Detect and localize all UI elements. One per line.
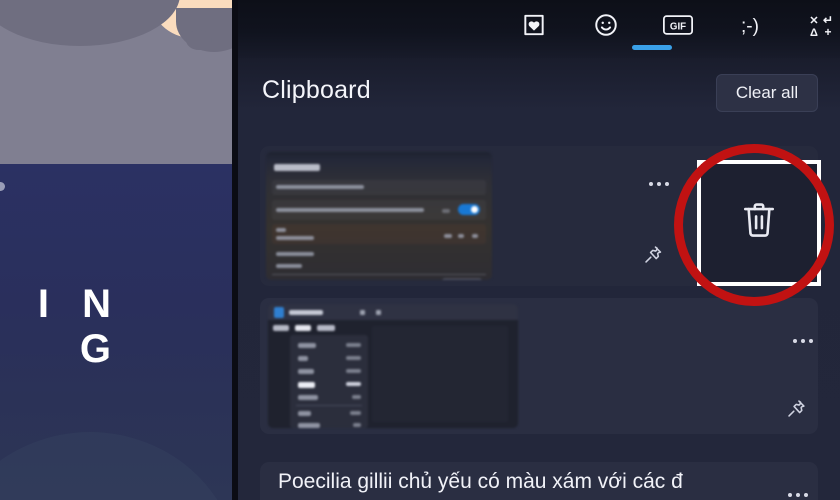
thumb-menu-shortcut	[353, 423, 361, 427]
thumb-line	[472, 234, 478, 238]
thumb-menu-item	[298, 343, 316, 348]
tab-emoji[interactable]	[578, 0, 634, 50]
clipboard-item-2-menu-button[interactable]	[793, 339, 813, 343]
ellipsis-icon	[665, 182, 669, 186]
thumb-row	[272, 224, 486, 244]
thumb-menu-shortcut	[346, 382, 361, 386]
thumb-line	[276, 228, 286, 232]
svg-text:GIF: GIF	[670, 21, 686, 32]
thumb-line	[276, 252, 314, 256]
thumb-divider	[272, 274, 486, 275]
ellipsis-icon	[793, 339, 797, 343]
thumb-menu-shortcut	[352, 395, 361, 399]
clipboard-item-3-text: Poecilia gillii chủ yếu có màu xám với c…	[278, 470, 683, 493]
thumb-button	[442, 278, 482, 280]
clipboard-item-image-2[interactable]	[260, 298, 818, 434]
thumb-menu-edit	[295, 325, 311, 331]
trash-icon	[739, 200, 779, 247]
thumb-line	[276, 185, 364, 189]
thumb-app-icon	[274, 307, 284, 318]
thumb-dropdown-menu	[290, 335, 368, 428]
wallpaper-hill	[0, 432, 238, 500]
thumb-menu-view	[317, 325, 335, 331]
thumb-menu-item	[298, 411, 311, 416]
clipboard-item-2-pin-button[interactable]	[785, 398, 807, 425]
wallpaper-sky	[0, 0, 238, 164]
thumb-menu-shortcut	[346, 343, 361, 347]
thumb-tab-close	[360, 310, 365, 315]
clipboard-item-1-menu-button[interactable]	[649, 182, 669, 186]
ellipsis-icon	[801, 339, 805, 343]
tab-gif[interactable]: GIF	[650, 0, 706, 50]
tab-symbols[interactable]: ✕ ↵ Δ +	[794, 0, 840, 50]
kaomoji-icon: ;-)	[733, 12, 767, 38]
thumb-line	[444, 234, 452, 238]
thumb-tab-label	[289, 310, 323, 315]
thumb-heading	[274, 164, 320, 171]
symbols-icon: ✕ ↵ Δ +	[807, 12, 837, 38]
wallpaper-text: I N G	[37, 282, 122, 371]
thumb-menu-shortcut	[346, 369, 361, 373]
panel-toolbar: GIF ;-) ✕ ↵ Δ +	[238, 0, 840, 58]
thumb-line	[276, 264, 302, 268]
svg-text:+: +	[824, 25, 831, 38]
clipboard-heart-icon	[521, 12, 547, 38]
thumb-menu-item-highlight	[298, 382, 315, 388]
thumb-menu-item	[298, 395, 318, 400]
thumb-line	[458, 234, 464, 238]
clipboard-item-3-menu-button[interactable]	[788, 493, 808, 497]
thumb-line	[442, 209, 450, 213]
wallpaper-cloud-small	[186, 30, 212, 50]
clipboard-header: Clipboard Clear all	[238, 62, 840, 128]
svg-text:;-): ;-)	[741, 16, 759, 37]
ellipsis-icon	[809, 339, 813, 343]
svg-text:Δ: Δ	[810, 27, 818, 38]
clipboard-item-1-pin-button[interactable]	[642, 244, 664, 271]
thumb-menu-shortcut	[350, 411, 361, 415]
thumb-line	[276, 208, 424, 212]
thumb-editor-area	[372, 326, 508, 422]
svg-text:✕: ✕	[809, 15, 818, 27]
ellipsis-icon	[796, 493, 800, 497]
thumb-menu-file	[273, 325, 289, 331]
clear-all-button[interactable]: Clear all	[716, 74, 818, 112]
clipboard-item-1-thumbnail	[266, 152, 492, 280]
thumb-new-tab	[376, 310, 381, 315]
pin-icon	[785, 400, 807, 424]
clipboard-item-2-thumbnail	[268, 304, 518, 428]
screen: I N G GIF ;-) ✕ ↵ Δ + Clipboard Clear al…	[0, 0, 840, 500]
desktop-wallpaper: I N G	[0, 0, 238, 500]
delete-button[interactable]	[697, 160, 821, 286]
active-tab-indicator	[632, 45, 672, 50]
tab-kaomoji[interactable]: ;-)	[722, 0, 778, 50]
tab-recently-used[interactable]	[506, 0, 562, 50]
pin-icon	[642, 246, 664, 270]
thumb-line	[276, 236, 314, 240]
ellipsis-icon	[649, 182, 653, 186]
thumb-toggle	[458, 204, 480, 215]
ellipsis-icon	[788, 493, 792, 497]
thumb-menu-shortcut	[346, 356, 361, 360]
gif-icon: GIF	[663, 14, 693, 36]
ellipsis-icon	[804, 493, 808, 497]
clipboard-item-text-3[interactable]: Poecilia gillii chủ yếu có màu xám với c…	[260, 462, 818, 500]
page-title: Clipboard	[262, 76, 371, 104]
wallpaper-cloud-left	[0, 0, 180, 46]
ellipsis-icon	[657, 182, 661, 186]
thumb-menu-item	[298, 356, 308, 361]
thumb-menu-item	[298, 369, 314, 374]
smiley-face-icon	[593, 12, 619, 38]
thumb-menu-separator	[296, 405, 362, 406]
thumb-menu-item	[298, 423, 320, 428]
